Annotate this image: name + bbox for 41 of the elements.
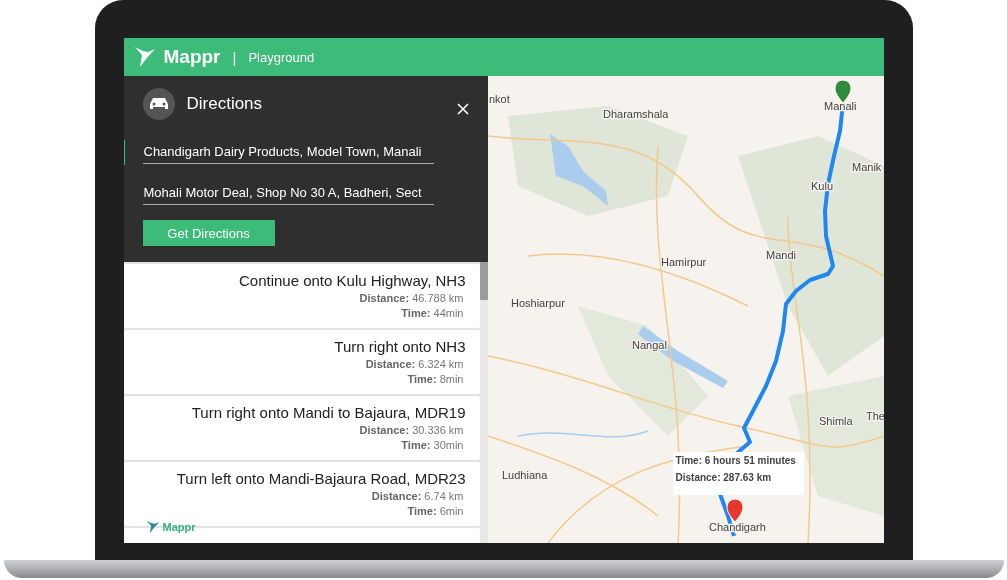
- step-instruction: Turn right onto Mandi to Bajaura, MDR19: [191, 404, 466, 421]
- header-separator: |: [232, 48, 237, 66]
- city-label: Manali: [823, 100, 856, 112]
- step-time: Time: 6min: [407, 505, 464, 517]
- step-card[interactable]: Turn right onto Mandi to Bajaura, MDR19 Distance: 30.336 km Time: 30min: [123, 396, 480, 460]
- step-card[interactable]: Turn right onto NH3 Distance: 6.324 km Time: 8min: [123, 330, 480, 394]
- close-icon[interactable]: [456, 103, 469, 115]
- city-label: Shimla: [818, 415, 853, 427]
- step-distance: Distance: 46.788 km: [359, 292, 464, 304]
- start-marker-icon: [834, 79, 851, 104]
- step-distance: Distance: 6.324 km: [365, 358, 464, 370]
- step-instruction: Continue onto Kulu Highway, NH3: [238, 272, 466, 289]
- section-title: Playground: [248, 49, 315, 65]
- step-card[interactable]: Continue onto Kulu Highway, NH3 Distance: 46.788 km Time: 44min: [123, 264, 480, 328]
- step-instruction: Turn left onto Mandi-Bajaura Road, MDR23: [176, 470, 466, 487]
- bird-logo-icon: [145, 519, 160, 535]
- city-label: Nangal: [631, 339, 667, 351]
- step-distance: Distance: 30.336 km: [359, 424, 464, 436]
- step-time: Time: 44min: [401, 307, 464, 319]
- brand-name: Mappr: [163, 46, 221, 68]
- origin-field[interactable]: Chandigarh Dairy Products, Model Town, Manali: [142, 140, 434, 164]
- step-time: Time: 8min: [407, 373, 464, 385]
- panel-title: Directions: [186, 94, 263, 114]
- step-distance: Distance: 6.74 km: [371, 490, 464, 502]
- city-label: Dharamshala: [602, 108, 668, 120]
- city-label: The: [865, 410, 884, 422]
- destination-field[interactable]: Mohali Motor Deal, Shop No 30 A, Badheri, Sect: [142, 181, 434, 205]
- city-label: nkot: [488, 93, 510, 105]
- city-label: Hoshiarpur: [510, 297, 565, 309]
- city-label: Manik: [851, 161, 881, 173]
- city-label: Mandi: [765, 249, 796, 261]
- tooltip-distance: Distance: 287.63 km: [675, 472, 773, 483]
- step-time: Time: 30min: [401, 439, 464, 451]
- end-marker-icon: [726, 498, 743, 523]
- bird-logo-icon: [133, 45, 156, 69]
- tooltip-time: Time: 6 hours 51 minutes: [675, 455, 796, 466]
- step-instruction: Turn right onto NH3: [334, 338, 466, 355]
- scrollbar[interactable]: [479, 262, 488, 543]
- car-icon: [142, 88, 175, 120]
- city-label: Ludhiana: [501, 469, 547, 481]
- city-label: Hamirpur: [660, 256, 706, 268]
